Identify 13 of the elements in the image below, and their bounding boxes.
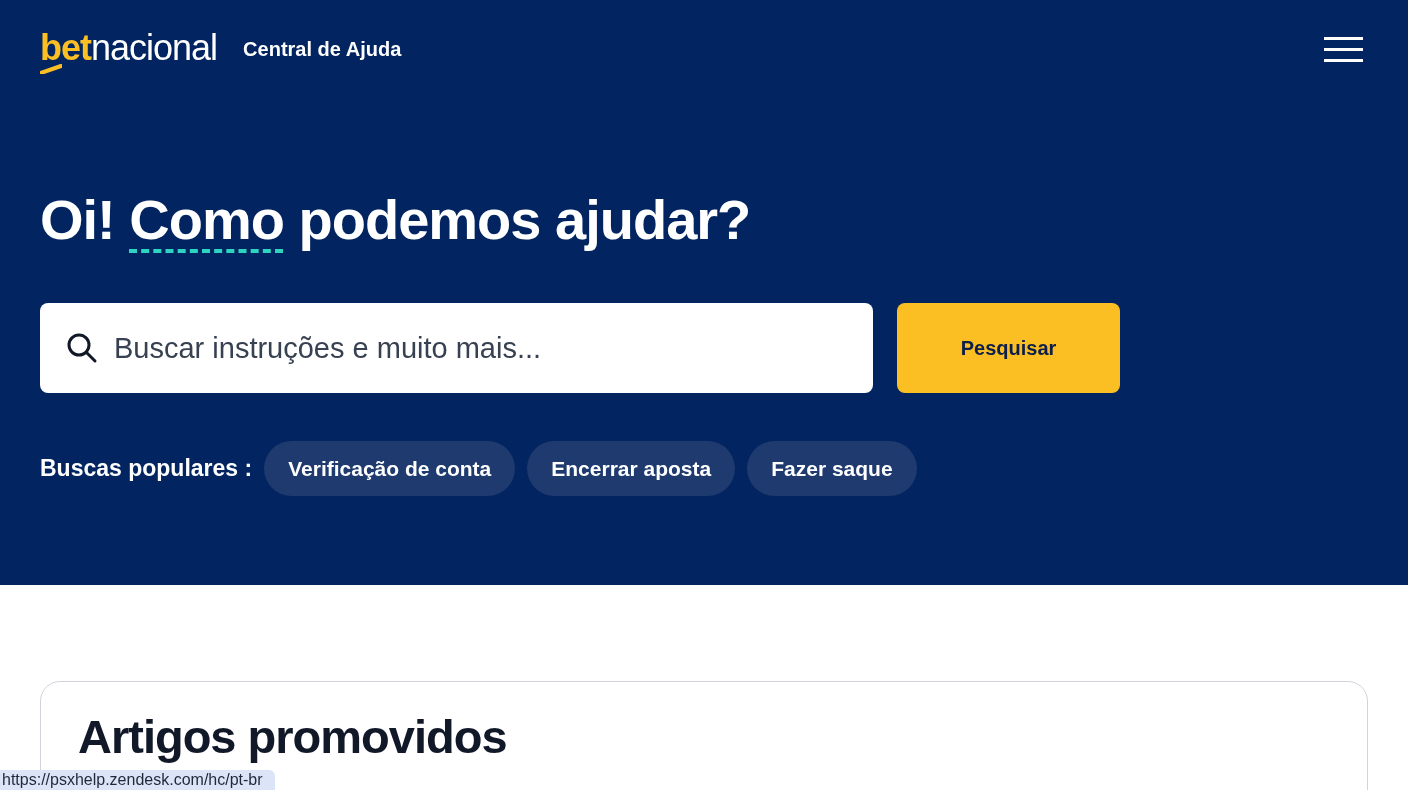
header-title[interactable]: Central de Ajuda: [243, 34, 402, 64]
menu-icon[interactable]: [1324, 36, 1363, 62]
search-icon: [66, 332, 98, 364]
section-title: Artigos promovidos: [78, 710, 508, 765]
popular-search-chip[interactable]: Verificação de conta: [264, 441, 516, 496]
search-field[interactable]: Buscar instruções e muito mais...: [40, 303, 873, 393]
swoosh-icon: [40, 64, 62, 74]
popular-search-chip[interactable]: Encerrar aposta: [527, 441, 736, 496]
logo[interactable]: betnacional: [40, 30, 218, 76]
popular-label: Buscas populares :: [40, 454, 253, 484]
popular-search-chip[interactable]: Fazer saque: [747, 441, 917, 496]
status-url: https://psxhelp.zendesk.com/hc/pt-br: [0, 770, 275, 790]
search-button[interactable]: Pesquisar: [897, 303, 1120, 393]
